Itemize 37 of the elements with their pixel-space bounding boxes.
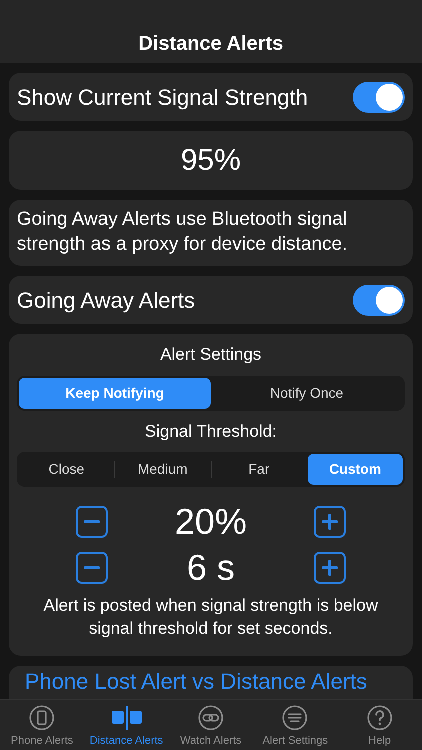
description-text: Going Away Alerts use Bluetooth signal strength as a proxy for device distance. [17, 209, 348, 255]
decrement-button[interactable] [76, 552, 108, 584]
tab-bar-item[interactable]: Phone Alerts [0, 700, 84, 750]
help-link[interactable]: Phone Lost Alert vs Distance Alerts [25, 670, 368, 695]
segment-tab[interactable]: Close [19, 454, 114, 485]
tab-bar-item[interactable]: Distance Alerts [84, 700, 169, 750]
help-icon [366, 705, 393, 731]
toggle-switch[interactable] [353, 284, 405, 316]
decrement-button[interactable] [76, 506, 108, 538]
tab-bar-item[interactable]: Help [338, 700, 422, 750]
list-icon [282, 705, 308, 731]
settings-note: Alert is posted when signal strength is below signal threshold for set seconds. [42, 594, 380, 640]
segment-tab[interactable]: Far [212, 454, 307, 485]
stepper-value: 20% [174, 503, 248, 541]
segment-tab[interactable]: Custom [308, 454, 403, 485]
segment-tab[interactable]: Keep Notifying [19, 378, 211, 408]
plus-icon [322, 514, 338, 530]
increment-button[interactable] [314, 552, 346, 584]
minus-icon [84, 520, 100, 524]
stepper-value: 6 s [186, 548, 236, 587]
toggle-label: Show Current Signal Strength [17, 84, 308, 112]
tab-bar-item[interactable]: Watch Alerts [168, 700, 254, 750]
increment-button[interactable] [314, 506, 346, 538]
chain-link-icon [198, 705, 224, 731]
toggle-switch[interactable] [353, 82, 405, 112]
tab-bar-item[interactable]: Alert Settings [253, 700, 338, 750]
segment-tab[interactable]: Notify Once [211, 378, 403, 408]
section-title: Alert Settings [160, 344, 262, 366]
minus-icon [84, 566, 100, 570]
segment-tab[interactable]: Medium [115, 454, 210, 485]
signal-reading: 95% [180, 143, 242, 179]
threshold-label: Signal Threshold: [145, 420, 277, 442]
phone-icon [29, 705, 56, 731]
distance-icon [110, 705, 143, 731]
toggle-label: Going Away Alerts [17, 286, 196, 315]
screen-title: Distance Alerts [138, 33, 284, 55]
plus-icon [322, 560, 338, 576]
